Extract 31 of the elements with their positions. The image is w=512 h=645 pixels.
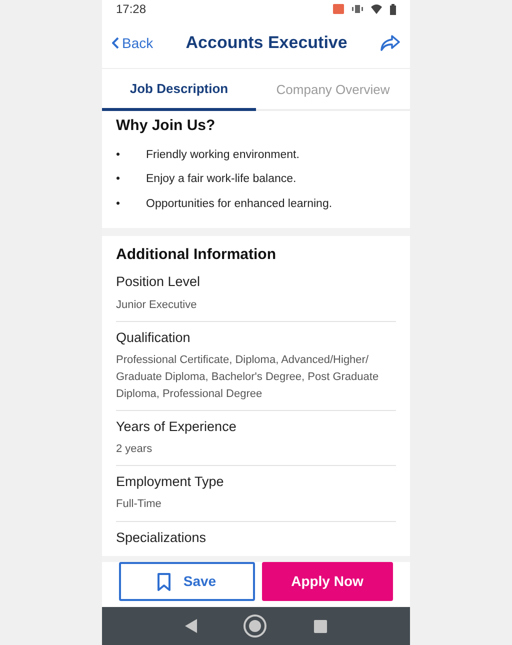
- field-value: Junior Executive: [116, 298, 198, 312]
- field-label: Position Level: [116, 273, 202, 292]
- field-label: Employment Type: [116, 473, 225, 492]
- field-value: 2 years: [116, 442, 154, 458]
- page-title: Accounts Executive: [186, 32, 348, 54]
- vibrate-icon: [352, 4, 363, 14]
- field-label: Qualification: [116, 328, 192, 347]
- back-link[interactable]: Back: [112, 32, 154, 54]
- back-nav-icon[interactable]: [185, 619, 198, 633]
- field-label: Years of Experience: [116, 418, 238, 436]
- chevron-left-icon: [112, 37, 120, 49]
- home-nav-icon[interactable]: [243, 614, 268, 638]
- section-heading: Additional Information: [116, 244, 277, 265]
- section-heading: Why Join Us?: [116, 116, 216, 136]
- bullet-marker: •: [116, 172, 122, 188]
- bullet-text: Enjoy a fair work-life balance.: [146, 172, 296, 188]
- status-time: 17:28: [116, 1, 146, 18]
- recents-nav-icon[interactable]: [314, 620, 327, 632]
- share-icon[interactable]: [380, 34, 400, 52]
- wifi-icon: [371, 4, 382, 14]
- battery-icon: [390, 4, 396, 14]
- bullet-text: Friendly working environment.: [146, 148, 300, 163]
- bullet-marker: •: [116, 148, 122, 163]
- field-label: Specializations: [116, 528, 208, 547]
- bullet-marker: •: [116, 196, 122, 212]
- bookmark-icon: [157, 572, 172, 590]
- save-button[interactable]: Save: [119, 562, 254, 601]
- bullet-text: Opportunities for enhanced learning.: [146, 196, 332, 212]
- field-value: Full-Time: [116, 497, 162, 512]
- apply-now-button[interactable]: Apply Now: [262, 562, 393, 601]
- field-value: Professional Certificate, Diploma, Advanced/Higher/ Graduate Diploma, Bachelor's Degree, Post Graduate Diploma, Professional Degree: [116, 352, 380, 402]
